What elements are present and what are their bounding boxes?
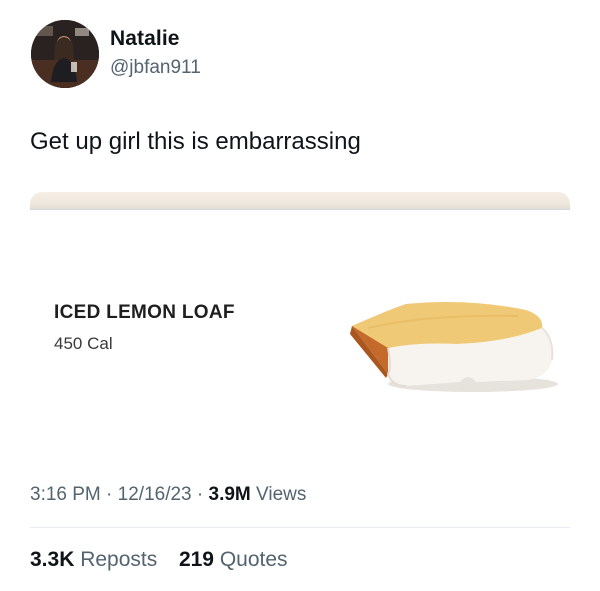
card-top-edge xyxy=(30,192,570,210)
quotes-count[interactable]: 219 xyxy=(179,548,214,571)
quotes-label[interactable]: Quotes xyxy=(220,548,288,571)
views-count: 3.9M xyxy=(208,484,251,505)
avatar[interactable] xyxy=(31,20,99,88)
media-card[interactable]: ICED LEMON LOAF 450 Cal xyxy=(30,192,570,452)
tweet-time[interactable]: 3:16 PM xyxy=(30,484,101,505)
reposts-count[interactable]: 3.3K xyxy=(30,548,74,571)
avatar-image xyxy=(31,20,99,88)
product-name: ICED LEMON LOAF xyxy=(54,302,235,323)
author-handle[interactable]: @jbfan911 xyxy=(110,57,201,79)
reposts-label[interactable]: Reposts xyxy=(80,548,157,571)
divider xyxy=(30,527,570,528)
tweet-stats: 3.3K Reposts 219 Quotes xyxy=(30,548,288,572)
tweet-date[interactable]: 12/16/23 xyxy=(118,484,192,505)
author-name[interactable]: Natalie xyxy=(110,27,180,51)
tweet-text: Get up girl this is embarrassing xyxy=(30,128,361,155)
views-label: Views xyxy=(256,484,307,505)
tweet-meta: 3:16 PM · 12/16/23 · 3.9M Views xyxy=(30,484,306,506)
meta-separator: · xyxy=(196,484,204,505)
product-calories: 450 Cal xyxy=(54,334,113,353)
meta-separator: · xyxy=(106,484,113,505)
lemon-loaf-image xyxy=(350,302,558,392)
